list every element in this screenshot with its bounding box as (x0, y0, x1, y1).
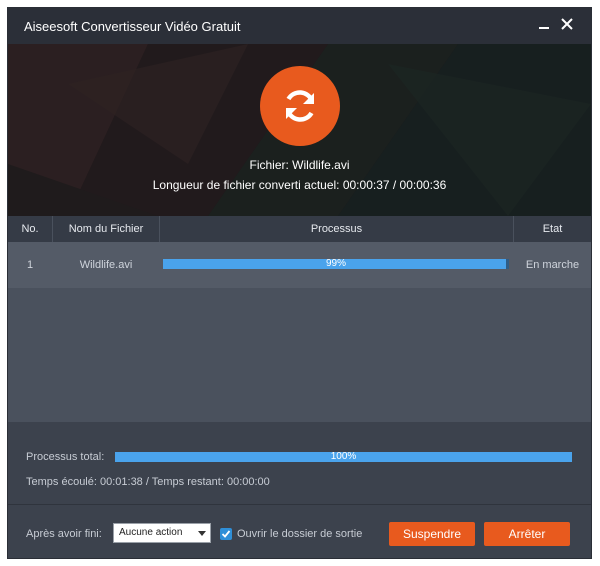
converted-length-label: Longueur de fichier converti actuel: 00:… (152, 178, 447, 192)
close-button[interactable] (557, 16, 577, 36)
total-progress-bar: 100% (115, 452, 572, 462)
column-header-state: Etat (542, 223, 563, 235)
title-bar: Aiseesoft Convertisseur Vidéo Gratuit (8, 8, 591, 44)
total-progress-percent: 100% (330, 451, 357, 462)
total-progress-label: Processus total: (26, 451, 105, 463)
open-folder-checkbox[interactable] (220, 528, 232, 540)
current-file-label: Fichier: Wildlife.avi (249, 158, 350, 172)
window-title: Aiseesoft Convertisseur Vidéo Gratuit (24, 18, 241, 34)
file-progress-label: 99% (325, 258, 346, 269)
time-info: Temps écoulé: 00:01:38 / Temps restant: … (26, 476, 270, 488)
after-finish-value: Aucune action (119, 527, 183, 538)
stop-button[interactable]: Arrêter (484, 522, 570, 546)
column-header-process: Processus (160, 216, 514, 242)
table-row[interactable]: 1 Wildlife.avi 99% En marche (8, 242, 591, 288)
close-icon (561, 17, 573, 35)
column-header-no: No. (8, 216, 53, 242)
divider (8, 504, 591, 505)
open-folder-label[interactable]: Ouvrir le dossier de sortie (237, 528, 362, 540)
minimize-button[interactable] (534, 16, 554, 36)
converter-window: Aiseesoft Convertisseur Vidéo Gratuit Fi… (8, 8, 591, 558)
table-header: No. Nom du Fichier Processus Etat (8, 216, 591, 242)
bottom-panel: Processus total: 100% Temps écoulé: 00:0… (8, 422, 591, 558)
minimize-icon (538, 17, 550, 35)
suspend-button[interactable]: Suspendre (389, 522, 475, 546)
checkmark-icon (221, 530, 231, 538)
file-progress-bar: 99% (163, 259, 509, 269)
row-filename: Wildlife.avi (79, 259, 133, 271)
row-number: 1 (26, 259, 34, 271)
chevron-down-icon (198, 531, 206, 536)
file-list-empty-area (8, 288, 591, 422)
row-state: En marche (525, 259, 580, 271)
after-finish-label: Après avoir fini: (26, 528, 102, 540)
refresh-convert-icon (260, 66, 340, 146)
column-header-filename: Nom du Fichier (53, 216, 160, 242)
after-finish-select[interactable]: Aucune action (113, 523, 211, 543)
conversion-status-panel: Fichier: Wildlife.avi Longueur de fichie… (8, 44, 591, 216)
